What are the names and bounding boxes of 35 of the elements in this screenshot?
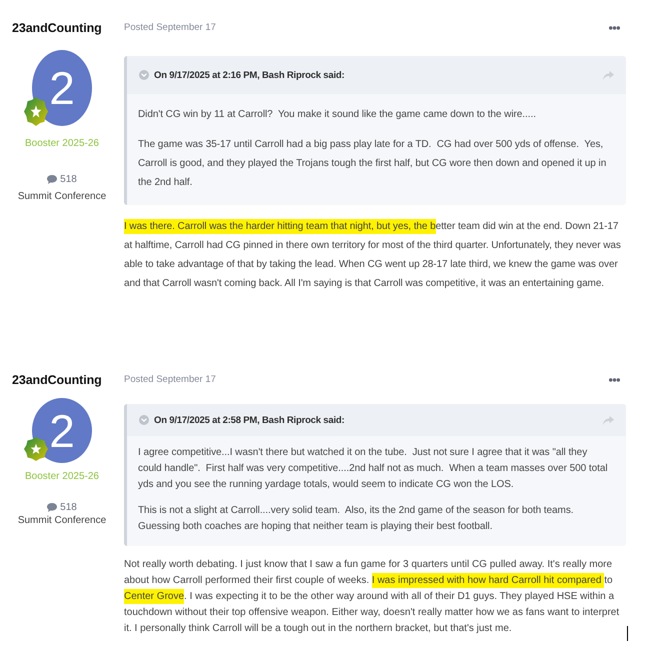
comment-icon (47, 503, 58, 512)
member-group: Summit Conference (18, 188, 106, 205)
rank-badge-icon (24, 437, 48, 461)
avatar[interactable]: 2 (32, 398, 92, 463)
member-rank: Booster 2025-26 (25, 470, 99, 483)
quote-attribution: On 9/17/2025 at 2:16 PM, Bash Riprock said: (154, 70, 346, 80)
text-cursor (627, 626, 628, 641)
comment-icon (47, 175, 58, 184)
post-count: 518 (60, 174, 77, 185)
share-button[interactable] (603, 416, 614, 424)
quote-paragraph: Didn't CG win by 11 at Carroll? You make it sound like the game came down to the wire..... (138, 108, 537, 122)
quote-paragraph: The game was 35-17 until Carroll had a big pass play late for a TD. CG had over 500 yds of offense. Yes, Carroll is good, and they played the Trojans tough the first half, but CG wore then down and opened it up in the 2nd half. (138, 138, 608, 190)
post-date: Posted September 17 (124, 373, 216, 387)
username[interactable]: 23andCounting (12, 372, 102, 388)
member-group: Summit Conference (18, 514, 106, 527)
member-rank: Booster 2025-26 (25, 137, 99, 150)
username[interactable]: 23andCounting (12, 20, 102, 36)
more-options-icon (609, 378, 620, 382)
quote-paragraph: I agree competitive...I wasn't there but watched it on the tube. Just not sure I agree that it was "all they could handle". First half was very competitive....2nd half not as much. When a team masses over 500 total yds and you see the running yardage totals, would seem to indicate CG won the LOS. (138, 446, 609, 492)
more-options-button[interactable] (609, 378, 620, 382)
collapse-chevron-icon[interactable] (139, 70, 149, 80)
share-button[interactable] (603, 70, 614, 80)
post-text: Not really worth debating. I just know that I saw a fun game for 3 quarters until CG pulled away. It's really more about how Carroll performed their first couple of weeks. I was impressed with how hard Carroll hit compared to Center Grove. I was expecting it to be the other way around with all of their D1 guys. They played HSE within a touchdown without their top offensive weapon. Either way, doesn't really matter how we as fans want to interpret it. I personally think Carroll will be a tough out in the northern bracket, but that's just me. (124, 558, 620, 636)
post-date: Posted September 17 (124, 21, 216, 35)
quote-paragraph: This is not a slight at Carroll....very solid team. Also, its the 2nd game of the season for both teams. Guessing both coaches are hoping that neither team is playing their best football. (138, 504, 575, 534)
post-text: I was there. Carroll was the harder hitting team that night, but yes, the better team did win at the end. Down 21-17 at halftime, Carroll had CG pinned in there own territory for most of the third quarter. Unfortunately, they never was able to take advantage of that by taking the lead. When CG went up 28-17 late third, we knew the game was over and that Carroll wasn't coming back. All I'm saying is that Carroll was competitive, it was an entertaining game. (124, 218, 622, 291)
collapse-chevron-icon[interactable] (139, 415, 149, 425)
share-arrow-icon (603, 416, 614, 424)
quote-attribution: On 9/17/2025 at 2:58 PM, Bash Riprock said: (154, 414, 346, 426)
post-count: 518 (60, 502, 77, 513)
rank-badge-icon (24, 97, 48, 126)
share-arrow-icon (603, 70, 614, 80)
avatar[interactable]: 2 (32, 50, 92, 126)
more-options-icon (609, 26, 620, 30)
more-options-button[interactable] (609, 26, 620, 30)
